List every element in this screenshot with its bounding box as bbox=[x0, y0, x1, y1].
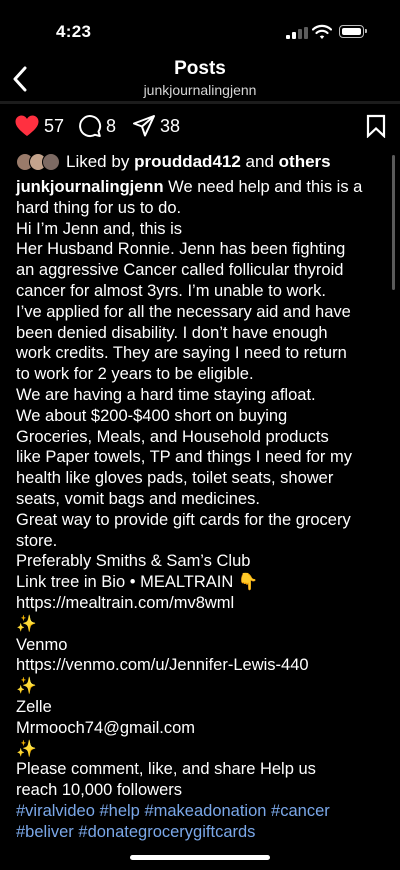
caption-line: Her Husband Ronnie. Jenn has been fighti… bbox=[16, 240, 346, 259]
header: Posts junkjournalingjenn bbox=[0, 56, 400, 102]
sparkles-emoji: ✨ bbox=[16, 677, 37, 696]
caption-line: to work for 2 years to be eligible. bbox=[16, 365, 254, 384]
caption-line: work credits. They are saying I need to … bbox=[16, 344, 347, 363]
liker-avatars bbox=[16, 153, 60, 171]
liked-by-user[interactable]: prouddad412 bbox=[134, 152, 241, 172]
comment-icon bbox=[79, 115, 102, 138]
caption-author[interactable]: junkjournalingjenn bbox=[16, 178, 164, 196]
hashtag[interactable]: #beliver bbox=[16, 823, 74, 841]
caption-line: We are having a hard time staying afloat… bbox=[16, 385, 316, 404]
liked-by-row[interactable]: Liked by prouddad412 and others bbox=[16, 151, 331, 173]
caption-line: I’ve applied for all the necessary aid a… bbox=[16, 302, 351, 321]
caption-line: Preferably Smiths & Sam’s Club bbox=[16, 552, 251, 571]
bookmark-icon bbox=[366, 114, 386, 139]
share-count: 38 bbox=[160, 115, 181, 136]
caption-line: store. bbox=[16, 531, 58, 550]
scrollbar[interactable] bbox=[392, 155, 395, 290]
email-link[interactable]: Mrmooch74@gmail.com bbox=[16, 718, 388, 739]
caption-line: We about $200-$400 short on buying bbox=[16, 406, 288, 425]
caption-line: an aggressive Cancer called follicular t… bbox=[16, 261, 344, 280]
caption-line: Groceries, Meals, and Household products bbox=[16, 427, 329, 446]
page-title: Posts bbox=[174, 58, 226, 79]
venmo-link[interactable]: https://venmo.com/u/Jennifer-Lewis-440 bbox=[16, 655, 388, 676]
hashtag[interactable]: #donategrocerygiftcards bbox=[78, 823, 255, 841]
hashtag[interactable]: #help bbox=[99, 802, 139, 820]
caption-line: hard thing for us to do. bbox=[16, 198, 182, 217]
caption-text: We need help and this is a bbox=[163, 178, 363, 196]
status-bar: 4:23 bbox=[0, 0, 400, 60]
wifi-icon bbox=[312, 24, 332, 39]
caption-line: Great way to provide gift cards for the … bbox=[16, 510, 351, 529]
chevron-left-icon bbox=[13, 66, 27, 92]
caption-line: health like gloves pads, toilet seats, s… bbox=[16, 469, 334, 488]
caption-line: Venmo bbox=[16, 635, 68, 654]
caption-line: cancer for almost 3yrs. I’m unable to wo… bbox=[16, 281, 326, 300]
caption-line: Please comment, like, and share Help us bbox=[16, 760, 316, 779]
liked-by-conj: and bbox=[245, 152, 274, 171]
heart-filled-icon bbox=[15, 115, 39, 136]
header-divider bbox=[0, 101, 400, 104]
liked-by-prefix: Liked by bbox=[66, 152, 130, 171]
liked-by-others[interactable]: others bbox=[279, 152, 331, 172]
sparkles-emoji: ✨ bbox=[16, 614, 37, 633]
hashtag[interactable]: #makeadonation bbox=[144, 802, 266, 820]
hashtag[interactable]: #viralvideo bbox=[16, 802, 95, 820]
caption-line: Zelle bbox=[16, 697, 52, 716]
caption-line: reach 10,000 followers bbox=[16, 781, 183, 800]
mealtrain-link[interactable]: https://mealtrain.com/mv8wml bbox=[16, 593, 388, 614]
page-subtitle-username: junkjournalingjenn bbox=[143, 82, 257, 98]
sparkles-emoji: ✨ bbox=[16, 739, 37, 758]
caption-line: Link tree in Bio • MEALTRAIN 👇 bbox=[16, 573, 259, 592]
share-button[interactable]: 38 bbox=[132, 110, 180, 142]
hashtag[interactable]: #cancer bbox=[271, 802, 330, 820]
back-button[interactable] bbox=[6, 62, 34, 96]
post-actions: 57 8 38 bbox=[0, 110, 400, 142]
post-caption: junkjournalingjenn We need help and this… bbox=[16, 177, 388, 843]
paper-plane-icon bbox=[133, 115, 155, 137]
caption-line: like Paper towels, TP and things I need … bbox=[16, 448, 352, 467]
caption-line: been denied disability. I don’t have eno… bbox=[16, 323, 328, 342]
comment-count: 8 bbox=[106, 115, 117, 136]
avatar bbox=[42, 153, 60, 171]
like-button[interactable]: 57 bbox=[14, 110, 64, 142]
like-count: 57 bbox=[44, 115, 65, 136]
caption-line: seats, vomit bags and medicines. bbox=[16, 489, 260, 508]
status-time: 4:23 bbox=[56, 22, 92, 41]
battery-icon bbox=[339, 25, 367, 38]
caption-line: Hi I’m Jenn and, this is bbox=[16, 219, 182, 238]
save-button[interactable] bbox=[366, 114, 386, 143]
cellular-signal-icon bbox=[286, 27, 308, 39]
comment-button[interactable]: 8 bbox=[78, 110, 116, 142]
home-indicator[interactable] bbox=[130, 855, 270, 860]
